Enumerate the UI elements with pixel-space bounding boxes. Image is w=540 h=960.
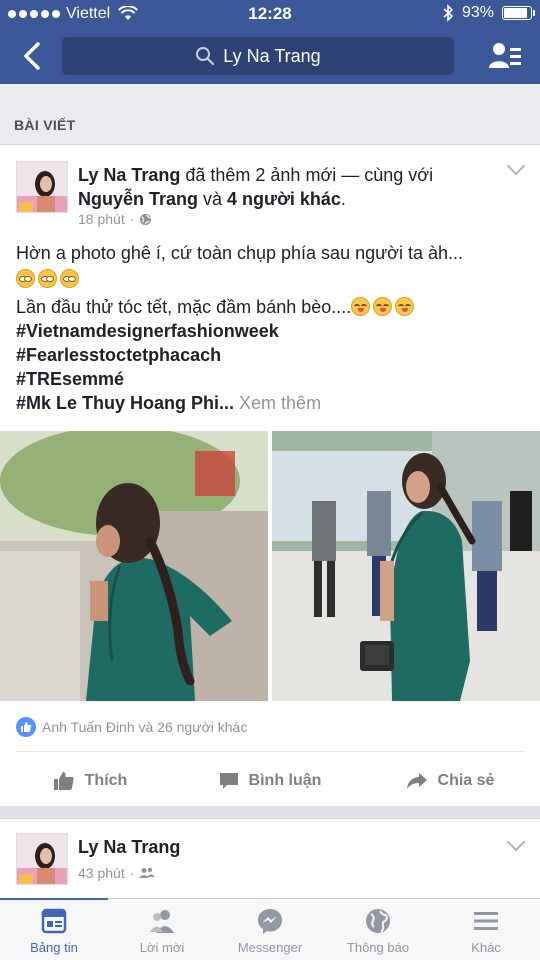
chevron-down-icon[interactable] bbox=[506, 163, 526, 177]
last-line: #Mk Le Thuy Hoang Phi... Xem thêm bbox=[16, 391, 526, 415]
battery-percent: 93% bbox=[461, 4, 494, 21]
post-photo[interactable] bbox=[272, 431, 540, 701]
see-more-link[interactable]: Xem thêm bbox=[234, 393, 321, 413]
like-reaction-icon bbox=[16, 717, 36, 737]
comment-icon bbox=[219, 773, 238, 789]
back-button[interactable] bbox=[14, 38, 50, 74]
rolling-eyes-emoji bbox=[38, 269, 57, 288]
tab-friend-requests[interactable]: Lời mời bbox=[108, 899, 216, 960]
search-input[interactable]: Ly Na Trang bbox=[62, 37, 454, 75]
bottom-tab-bar: Bảng tin Lời mời Messenger Thông báo Khá… bbox=[0, 898, 540, 960]
reactions-summary[interactable]: Anh Tuấn Đinh và 26 người khác bbox=[16, 717, 247, 737]
rolling-eyes-emoji bbox=[16, 269, 35, 288]
share-icon bbox=[406, 773, 427, 789]
section-header: BÀI VIẾT bbox=[0, 84, 540, 144]
news-feed-icon bbox=[41, 908, 67, 934]
globe-notifications-icon bbox=[366, 909, 390, 933]
comment-label: Bình luận bbox=[248, 772, 322, 789]
menu-icon bbox=[474, 912, 498, 930]
app-header: Viettel 12:28 93% Ly Na Trang bbox=[0, 0, 540, 84]
rolling-eyes-emoji bbox=[60, 269, 79, 288]
search-text: Ly Na Trang bbox=[223, 45, 321, 66]
hashtag[interactable]: #TREsemmé bbox=[16, 367, 526, 391]
post-time[interactable]: 43 phút bbox=[78, 865, 125, 881]
post-photo[interactable] bbox=[0, 431, 268, 701]
period: . bbox=[340, 189, 346, 209]
tab-messenger[interactable]: Messenger bbox=[216, 899, 324, 960]
yum-emoji bbox=[373, 297, 393, 316]
yum-emoji bbox=[395, 297, 415, 316]
post-header-text: Ly Na Trang đã thêm 2 ảnh mới — cùng với… bbox=[78, 163, 498, 211]
share-label: Chia sẻ bbox=[437, 772, 495, 789]
post-line-2-wrap: Lần đầu thử tóc tết, mặc đầm bánh bèo...… bbox=[16, 295, 526, 319]
messenger-icon bbox=[258, 909, 282, 934]
like-button[interactable]: Thích bbox=[0, 759, 180, 803]
avatar[interactable] bbox=[16, 161, 68, 213]
globe-icon bbox=[140, 213, 152, 225]
tagged-person[interactable]: Nguyễn Trang bbox=[78, 189, 198, 209]
post-meta: 43 phút · bbox=[78, 865, 156, 881]
like-label: Thích bbox=[84, 772, 128, 789]
bluetooth-icon bbox=[443, 4, 454, 22]
tab-label: Khác bbox=[471, 940, 501, 955]
hashtag[interactable]: #Fearlesstoctetphacach bbox=[16, 343, 526, 367]
others-link[interactable]: 4 người khác bbox=[227, 189, 341, 209]
tab-label: Bảng tin bbox=[30, 940, 78, 955]
hashtag[interactable]: #Mk Le Thuy Hoang Phi... bbox=[16, 393, 234, 413]
post-text: Hờn a photo ghê í, cứ toàn chụp phía sau… bbox=[16, 241, 526, 415]
friend-requests-icon bbox=[150, 910, 174, 933]
comment-button[interactable]: Bình luận bbox=[180, 759, 360, 803]
tab-news-feed[interactable]: Bảng tin bbox=[0, 898, 108, 960]
divider bbox=[16, 751, 524, 752]
tab-label: Lời mời bbox=[139, 940, 185, 955]
hashtag[interactable]: #Vietnamdesignerfashionweek bbox=[16, 319, 526, 343]
post-actions: Thích Bình luận Chia sẻ bbox=[0, 759, 540, 803]
likes-text: Anh Tuấn Đinh và 26 người khác bbox=[42, 719, 248, 735]
avatar[interactable] bbox=[16, 833, 68, 885]
author-name[interactable]: Ly Na Trang bbox=[78, 165, 180, 185]
nav-bar: Ly Na Trang bbox=[0, 34, 540, 78]
post-meta: 18 phút · bbox=[78, 211, 152, 227]
tab-notifications[interactable]: Thông báo bbox=[324, 899, 432, 960]
post-time[interactable]: 18 phút bbox=[78, 211, 125, 227]
post-line-2: Lần đầu thử tóc tết, mặc đầm bánh bèo...… bbox=[16, 297, 352, 317]
post-card: Ly Na Trang đã thêm 2 ảnh mới — cùng với… bbox=[0, 144, 540, 806]
chevron-down-icon[interactable] bbox=[506, 839, 526, 853]
share-button[interactable]: Chia sẻ bbox=[360, 759, 540, 803]
thumbs-up-icon bbox=[53, 772, 74, 790]
search-icon bbox=[196, 47, 215, 66]
post-line-1: Hờn a photo ghê í, cứ toàn chụp phía sau… bbox=[16, 243, 463, 263]
tab-more[interactable]: Khác bbox=[432, 899, 540, 960]
emoji-row bbox=[16, 267, 526, 291]
tab-label: Thông báo bbox=[346, 940, 410, 955]
photo-grid bbox=[0, 431, 540, 701]
tab-label: Messenger bbox=[237, 940, 303, 955]
status-bar: Viettel 12:28 93% bbox=[0, 0, 540, 30]
friend-list-icon[interactable] bbox=[488, 40, 522, 72]
yum-emoji bbox=[351, 297, 371, 316]
action-text: đã thêm 2 ảnh mới — cùng với bbox=[180, 165, 434, 185]
section-title: BÀI VIẾT bbox=[14, 117, 76, 133]
friends-audience-icon bbox=[139, 867, 156, 878]
post-card: Ly Na Trang 43 phút · bbox=[0, 818, 540, 898]
battery-icon bbox=[502, 6, 535, 20]
author-name[interactable]: Ly Na Trang bbox=[78, 837, 180, 858]
and-text: và bbox=[198, 189, 228, 209]
